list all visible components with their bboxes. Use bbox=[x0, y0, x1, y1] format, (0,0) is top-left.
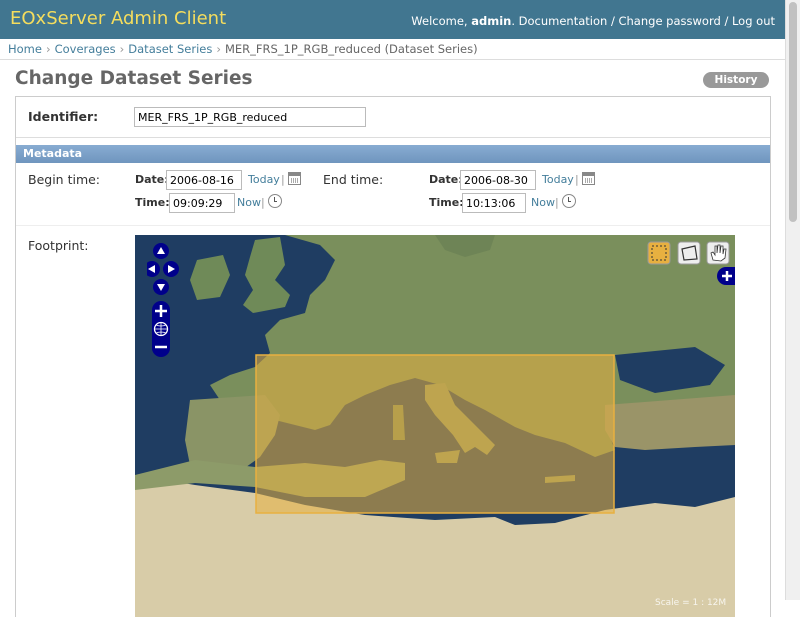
clock-icon[interactable] bbox=[562, 194, 576, 208]
begin-time-sublabel: Time: bbox=[135, 196, 170, 209]
end-date-label: Date: bbox=[429, 173, 463, 186]
pipe-separator: | bbox=[575, 173, 579, 186]
breadcrumb: Home › Coverages › Dataset Series › MER_FRS_1P… bbox=[0, 39, 785, 60]
modify-feature-button[interactable] bbox=[677, 241, 701, 265]
change-password-link[interactable]: Change password bbox=[618, 14, 720, 28]
logout-link[interactable]: Log out bbox=[732, 14, 775, 28]
pipe-separator: | bbox=[555, 196, 559, 209]
begin-time-input[interactable] bbox=[169, 193, 235, 213]
end-date-input[interactable] bbox=[460, 170, 536, 190]
documentation-link[interactable]: Documentation bbox=[519, 14, 608, 28]
scrollbar-thumb[interactable] bbox=[789, 2, 797, 222]
pipe-separator: | bbox=[261, 196, 265, 209]
scrollbar[interactable] bbox=[785, 0, 800, 600]
end-now-link[interactable]: Now bbox=[531, 196, 555, 209]
begin-time-label: Begin time: bbox=[28, 172, 101, 187]
header-bar: EOxServer Admin Client Welcome, admin. D… bbox=[0, 0, 785, 39]
breadcrumb-coverages[interactable]: Coverages bbox=[55, 42, 116, 56]
breadcrumb-separator: › bbox=[216, 42, 221, 56]
metadata-section-header: Metadata bbox=[16, 145, 770, 163]
end-time-input[interactable] bbox=[462, 193, 526, 213]
footprint-label: Footprint: bbox=[28, 238, 89, 253]
end-time-sublabel: Time: bbox=[429, 196, 464, 209]
pipe-separator: | bbox=[281, 173, 285, 186]
identifier-input[interactable] bbox=[134, 107, 366, 127]
breadcrumb-separator: › bbox=[119, 42, 125, 56]
footprint-polygon[interactable] bbox=[255, 354, 615, 514]
identifier-row: Identifier: bbox=[16, 97, 770, 138]
layer-switcher[interactable] bbox=[717, 267, 735, 285]
site-title[interactable]: EOxServer Admin Client bbox=[10, 8, 226, 29]
calendar-icon[interactable] bbox=[288, 172, 301, 185]
pan-controls[interactable] bbox=[147, 243, 187, 299]
begin-today-link[interactable]: Today bbox=[248, 173, 280, 186]
user-tools: Welcome, admin. Documentation / Change p… bbox=[411, 14, 775, 28]
link-separator: / bbox=[610, 14, 615, 28]
form-box: Identifier: Metadata Begin time: Date: T… bbox=[15, 96, 771, 617]
map-canvas[interactable]: Scale = 1 : 12M bbox=[135, 235, 735, 617]
footprint-map[interactable]: Scale = 1 : 12M bbox=[135, 235, 735, 617]
editing-toolbar[interactable] bbox=[647, 241, 731, 265]
end-time-label: End time: bbox=[323, 172, 384, 187]
breadcrumb-current: MER_FRS_1P_RGB_reduced (Dataset Series) bbox=[224, 42, 478, 56]
begin-now-link[interactable]: Now bbox=[237, 196, 261, 209]
end-today-link[interactable]: Today bbox=[542, 173, 574, 186]
begin-date-input[interactable] bbox=[166, 170, 242, 190]
breadcrumb-home[interactable]: Home bbox=[8, 42, 42, 56]
time-row: Begin time: Date: Today | Time: Now | En… bbox=[16, 163, 770, 226]
breadcrumb-separator: › bbox=[45, 42, 51, 56]
begin-date-label: Date: bbox=[135, 173, 169, 186]
metadata-header-label: Metadata bbox=[23, 147, 83, 160]
username: admin bbox=[471, 14, 512, 28]
clock-icon[interactable] bbox=[268, 194, 282, 208]
identifier-label: Identifier: bbox=[28, 109, 99, 124]
breadcrumb-dataset-series[interactable]: Dataset Series bbox=[128, 42, 212, 56]
welcome-text: Welcome, bbox=[411, 14, 468, 28]
zoom-controls[interactable] bbox=[151, 301, 171, 357]
calendar-icon[interactable] bbox=[582, 172, 595, 185]
link-separator: / bbox=[724, 14, 729, 28]
history-button[interactable]: History bbox=[703, 72, 769, 88]
draw-polygon-button[interactable] bbox=[647, 241, 671, 265]
page-title: Change Dataset Series bbox=[15, 68, 253, 89]
